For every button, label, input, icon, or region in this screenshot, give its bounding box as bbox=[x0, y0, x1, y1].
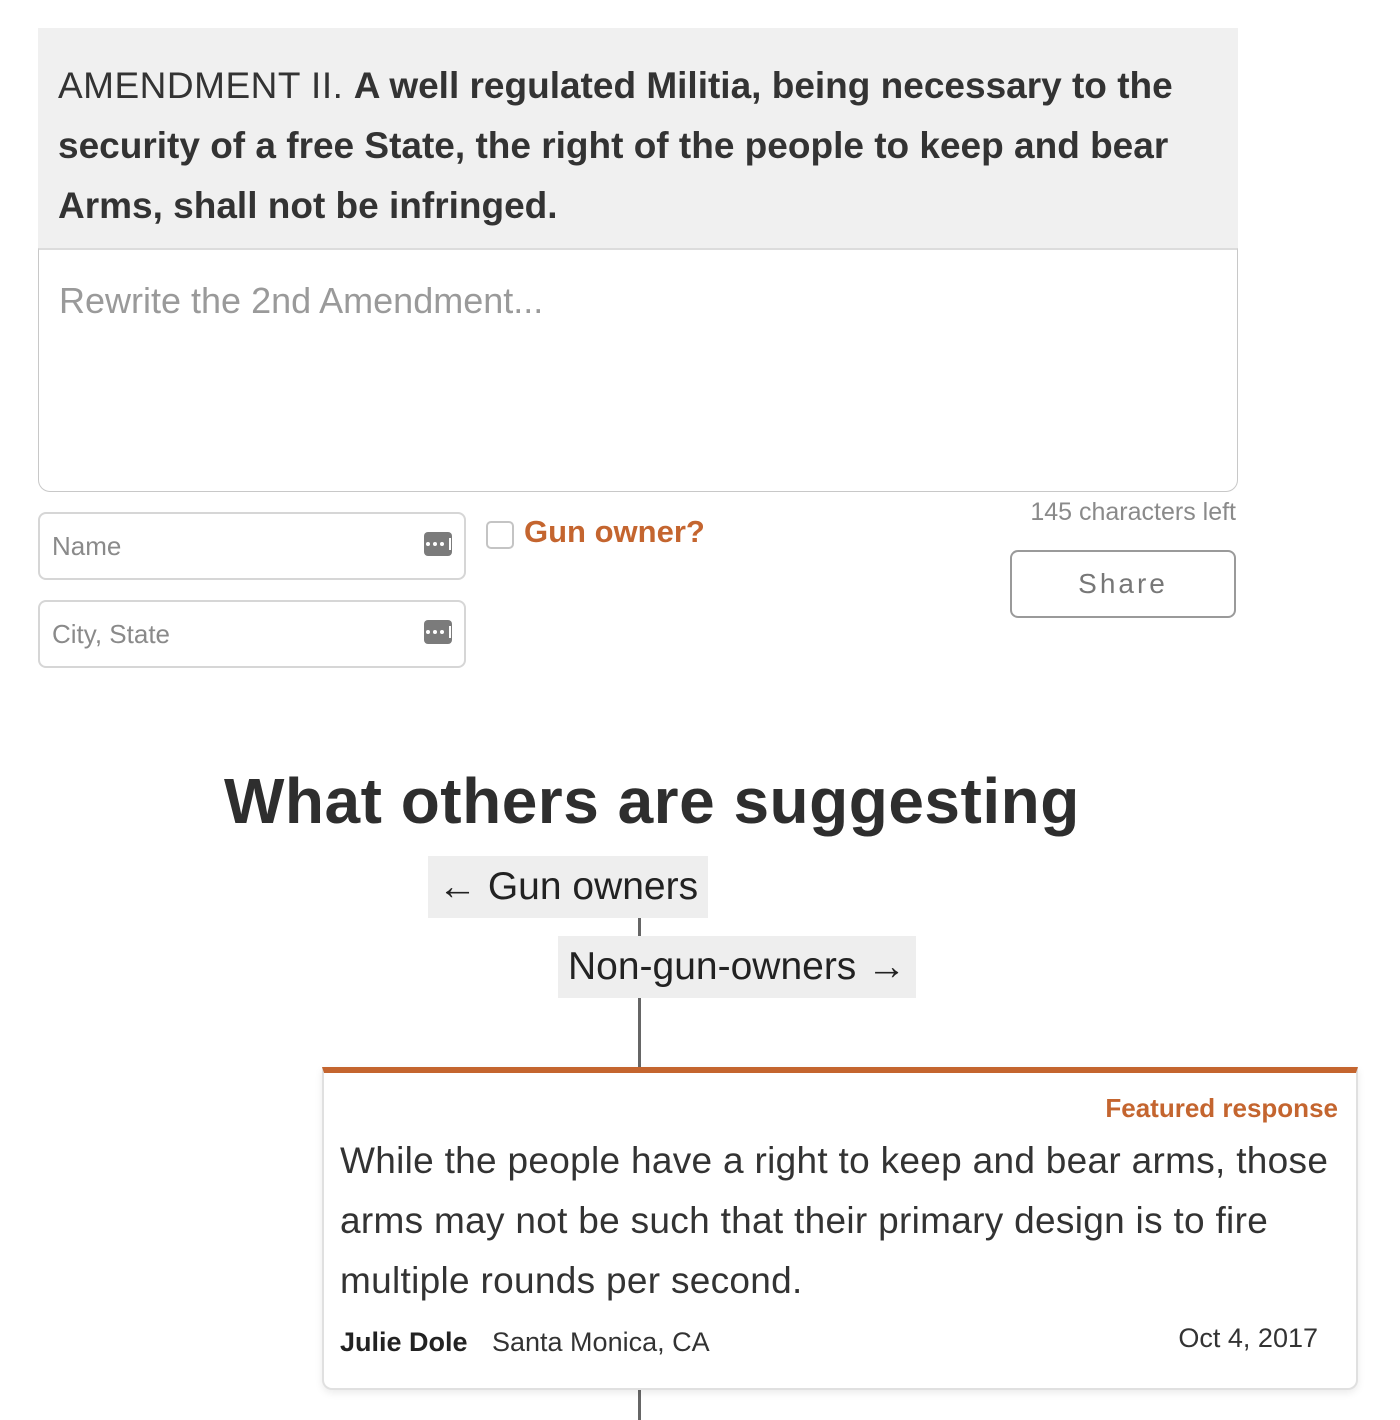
timeline-line bbox=[638, 1388, 641, 1420]
autofill-key-icon[interactable] bbox=[424, 620, 452, 644]
name-field[interactable] bbox=[38, 512, 466, 580]
featured-response-card: Featured response While the people have … bbox=[322, 1067, 1358, 1390]
checkbox-box[interactable] bbox=[486, 521, 514, 549]
response-author: Julie Dole bbox=[340, 1327, 468, 1357]
autofill-key-icon[interactable] bbox=[424, 532, 452, 556]
name-field-wrapper bbox=[38, 512, 466, 580]
city-state-field-wrapper bbox=[38, 600, 466, 668]
rewrite-amendment-input[interactable] bbox=[38, 248, 1238, 492]
gun-owner-label[interactable]: Gun owner? bbox=[524, 514, 705, 550]
city-state-field[interactable] bbox=[38, 600, 466, 668]
share-button[interactable]: Share bbox=[1010, 550, 1236, 618]
filter-gun-owners[interactable]: ← Gun owners bbox=[428, 856, 709, 918]
gun-owner-checkbox[interactable]: Gun owner? bbox=[486, 514, 705, 550]
section-heading: What others are suggesting bbox=[224, 765, 1080, 837]
characters-left-counter: 145 characters left bbox=[1030, 498, 1236, 526]
amendment-panel: AMENDMENT II. A well regulated Militia, … bbox=[38, 28, 1238, 248]
featured-response-label: Featured response bbox=[1105, 1093, 1338, 1123]
timeline-line bbox=[638, 916, 641, 938]
response-location: Santa Monica, CA bbox=[492, 1327, 710, 1357]
filter-non-gun-owners[interactable]: Non-gun-owners → bbox=[558, 936, 917, 998]
timeline-line bbox=[638, 996, 641, 1068]
response-text: While the people have a right to keep an… bbox=[340, 1140, 1329, 1301]
amendment-lead: AMENDMENT II. bbox=[58, 65, 344, 106]
response-date: Oct 4, 2017 bbox=[1178, 1323, 1318, 1353]
